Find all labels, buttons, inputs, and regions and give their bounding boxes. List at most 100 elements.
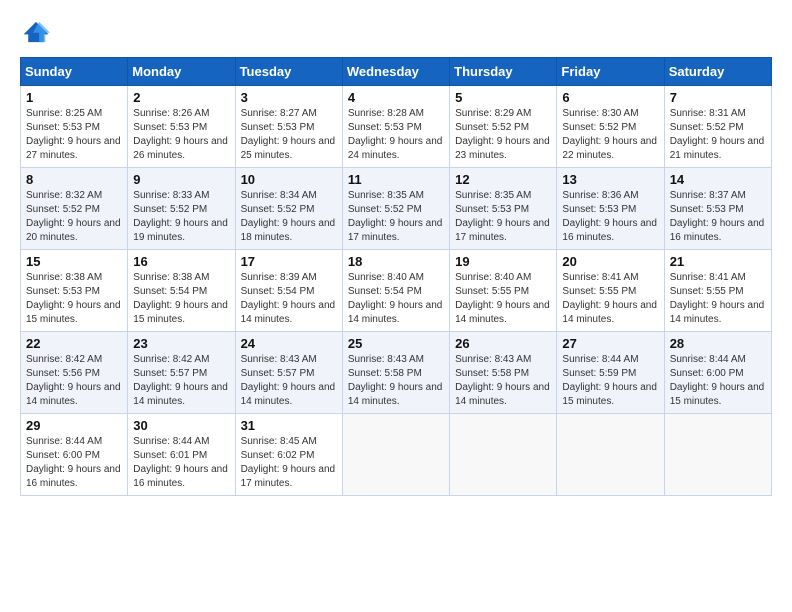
daylight-text: Daylight: 9 hours and 17 minutes. [348,217,444,245]
day-number: 26 [455,336,551,351]
day-detail: Sunrise: 8:32 AMSunset: 5:52 PMDaylight:… [26,189,122,245]
daylight-text: Daylight: 9 hours and 18 minutes. [241,217,337,245]
sunrise-text: Sunrise: 8:41 AM [670,271,766,285]
sunset-text: Sunset: 5:52 PM [241,203,337,217]
day-number: 16 [133,254,229,269]
day-detail: Sunrise: 8:43 AMSunset: 5:58 PMDaylight:… [348,353,444,409]
sunrise-text: Sunrise: 8:29 AM [455,107,551,121]
day-number: 17 [241,254,337,269]
daylight-text: Daylight: 9 hours and 17 minutes. [241,463,337,491]
day-cell-15: 15Sunrise: 8:38 AMSunset: 5:53 PMDayligh… [21,250,128,332]
day-detail: Sunrise: 8:41 AMSunset: 5:55 PMDaylight:… [562,271,658,327]
day-detail: Sunrise: 8:35 AMSunset: 5:52 PMDaylight:… [348,189,444,245]
empty-cell [342,414,449,496]
daylight-text: Daylight: 9 hours and 24 minutes. [348,135,444,163]
day-detail: Sunrise: 8:42 AMSunset: 5:56 PMDaylight:… [26,353,122,409]
day-detail: Sunrise: 8:40 AMSunset: 5:55 PMDaylight:… [455,271,551,327]
daylight-text: Daylight: 9 hours and 14 minutes. [26,381,122,409]
sunset-text: Sunset: 6:01 PM [133,449,229,463]
daylight-text: Daylight: 9 hours and 14 minutes. [348,381,444,409]
sunrise-text: Sunrise: 8:44 AM [670,353,766,367]
col-header-sunday: Sunday [21,58,128,86]
day-cell-27: 27Sunrise: 8:44 AMSunset: 5:59 PMDayligh… [557,332,664,414]
day-detail: Sunrise: 8:38 AMSunset: 5:54 PMDaylight:… [133,271,229,327]
day-detail: Sunrise: 8:27 AMSunset: 5:53 PMDaylight:… [241,107,337,163]
sunset-text: Sunset: 5:58 PM [348,367,444,381]
day-cell-4: 4Sunrise: 8:28 AMSunset: 5:53 PMDaylight… [342,86,449,168]
sunset-text: Sunset: 5:53 PM [348,121,444,135]
sunset-text: Sunset: 6:00 PM [670,367,766,381]
day-detail: Sunrise: 8:25 AMSunset: 5:53 PMDaylight:… [26,107,122,163]
page: SundayMondayTuesdayWednesdayThursdayFrid… [0,0,792,512]
day-detail: Sunrise: 8:36 AMSunset: 5:53 PMDaylight:… [562,189,658,245]
daylight-text: Daylight: 9 hours and 15 minutes. [26,299,122,327]
sunrise-text: Sunrise: 8:32 AM [26,189,122,203]
sunset-text: Sunset: 5:57 PM [241,367,337,381]
day-cell-14: 14Sunrise: 8:37 AMSunset: 5:53 PMDayligh… [664,168,771,250]
day-number: 11 [348,172,444,187]
daylight-text: Daylight: 9 hours and 14 minutes. [670,299,766,327]
daylight-text: Daylight: 9 hours and 25 minutes. [241,135,337,163]
week-row-3: 15Sunrise: 8:38 AMSunset: 5:53 PMDayligh… [21,250,772,332]
day-detail: Sunrise: 8:34 AMSunset: 5:52 PMDaylight:… [241,189,337,245]
daylight-text: Daylight: 9 hours and 23 minutes. [455,135,551,163]
sunrise-text: Sunrise: 8:44 AM [562,353,658,367]
day-detail: Sunrise: 8:40 AMSunset: 5:54 PMDaylight:… [348,271,444,327]
day-detail: Sunrise: 8:33 AMSunset: 5:52 PMDaylight:… [133,189,229,245]
empty-cell [557,414,664,496]
daylight-text: Daylight: 9 hours and 17 minutes. [455,217,551,245]
daylight-text: Daylight: 9 hours and 26 minutes. [133,135,229,163]
daylight-text: Daylight: 9 hours and 15 minutes. [670,381,766,409]
day-number: 27 [562,336,658,351]
sunrise-text: Sunrise: 8:43 AM [455,353,551,367]
sunset-text: Sunset: 5:53 PM [26,285,122,299]
day-number: 21 [670,254,766,269]
empty-cell [450,414,557,496]
day-number: 3 [241,90,337,105]
day-detail: Sunrise: 8:38 AMSunset: 5:53 PMDaylight:… [26,271,122,327]
day-number: 24 [241,336,337,351]
day-cell-2: 2Sunrise: 8:26 AMSunset: 5:53 PMDaylight… [128,86,235,168]
week-row-1: 1Sunrise: 8:25 AMSunset: 5:53 PMDaylight… [21,86,772,168]
sunset-text: Sunset: 5:53 PM [562,203,658,217]
day-cell-8: 8 Sunrise: 8:32 AMSunset: 5:52 PMDaylight… [21,168,128,250]
day-number: 31 [241,418,337,433]
daylight-text: Daylight: 9 hours and 16 minutes. [670,217,766,245]
daylight-text: Daylight: 9 hours and 14 minutes. [348,299,444,327]
sunrise-text: Sunrise: 8:30 AM [562,107,658,121]
day-detail: Sunrise: 8:37 AMSunset: 5:53 PMDaylight:… [670,189,766,245]
day-detail: Sunrise: 8:31 AMSunset: 5:52 PMDaylight:… [670,107,766,163]
day-cell-13: 13Sunrise: 8:36 AMSunset: 5:53 PMDayligh… [557,168,664,250]
sunrise-text: Sunrise: 8:35 AM [455,189,551,203]
sunrise-text: Sunrise: 8:42 AM [26,353,122,367]
day-cell-26: 26Sunrise: 8:43 AMSunset: 5:58 PMDayligh… [450,332,557,414]
day-number: 8 [26,172,122,187]
day-detail: Sunrise: 8:44 AMSunset: 6:01 PMDaylight:… [133,435,229,491]
sunset-text: Sunset: 5:54 PM [241,285,337,299]
sunset-text: Sunset: 5:53 PM [26,121,122,135]
day-number: 28 [670,336,766,351]
day-cell-18: 18 Sunrise: 8:40 AMSunset: 5:54 PMDayligh… [342,250,449,332]
day-cell-19: 19Sunrise: 8:40 AMSunset: 5:55 PMDayligh… [450,250,557,332]
sunrise-text: Sunrise: 8:43 AM [241,353,337,367]
sunset-text: Sunset: 5:52 PM [133,203,229,217]
day-detail: Sunrise: 8:35 AMSunset: 5:53 PMDaylight:… [455,189,551,245]
sunrise-text: Sunrise: 8:40 AM [348,271,444,285]
day-cell-23: 23Sunrise: 8:42 AMSunset: 5:57 PMDayligh… [128,332,235,414]
day-cell-6: 6Sunrise: 8:30 AMSunset: 5:52 PMDaylight… [557,86,664,168]
sunset-text: Sunset: 5:52 PM [455,121,551,135]
day-number: 18 [348,254,444,269]
daylight-text: Daylight: 9 hours and 14 minutes. [241,381,337,409]
sunset-text: Sunset: 6:02 PM [241,449,337,463]
week-row-5: 29Sunrise: 8:44 AMSunset: 6:00 PMDayligh… [21,414,772,496]
sunrise-text: Sunrise: 8:43 AM [348,353,444,367]
sunrise-text: Sunrise: 8:39 AM [241,271,337,285]
sunset-text: Sunset: 5:53 PM [133,121,229,135]
day-number: 23 [133,336,229,351]
sunrise-text: Sunrise: 8:36 AM [562,189,658,203]
logo-icon [22,20,50,44]
col-header-friday: Friday [557,58,664,86]
day-cell-17: 17Sunrise: 8:39 AMSunset: 5:54 PMDayligh… [235,250,342,332]
sunrise-text: Sunrise: 8:44 AM [133,435,229,449]
week-row-4: 22Sunrise: 8:42 AMSunset: 5:56 PMDayligh… [21,332,772,414]
